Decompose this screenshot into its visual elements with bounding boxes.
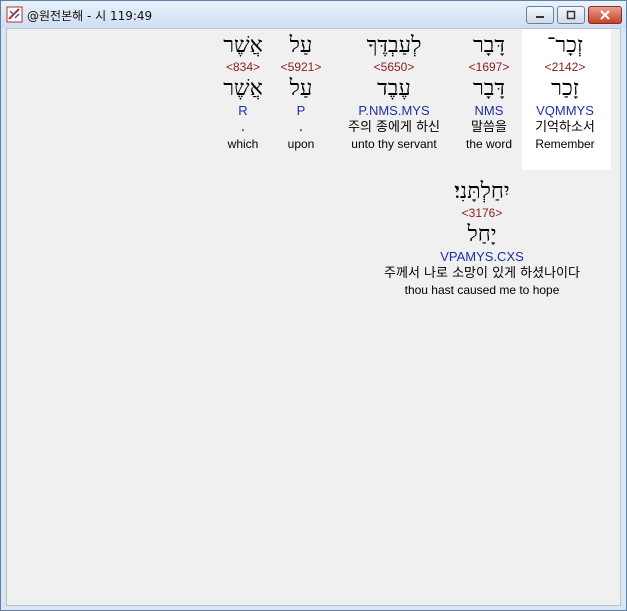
minimize-button[interactable] [526,6,554,24]
hebrew-word: זְכָר־ [546,33,584,58]
lemma: אֲשֶׁר [223,76,263,101]
lemma: עֶבֶד [377,76,411,101]
english-gloss: thou hast caused me to hope [404,283,560,297]
lemma: יָחַל [467,222,497,247]
english-gloss: Remember [535,137,595,151]
hebrew-word: לְעַבְדֶּךָ [366,33,422,58]
hebrew-word: עַל [289,33,313,58]
maximize-button[interactable] [557,6,585,24]
app-icon[interactable] [6,6,23,23]
word-column[interactable]: יִחַלְתָּנִי׃ <3176> יָחַל VPAMYS.CXS 주께… [337,179,627,298]
close-icon [600,10,610,20]
english-gloss: the word [465,137,513,151]
title-bar[interactable]: @원전본해 - 시 119:49 [1,1,626,28]
hebrew-word: יִחַלְתָּנִי׃ [454,179,510,204]
strong-number[interactable]: <834> [213,59,273,75]
korean-gloss: 말씀을 [471,120,507,135]
korean-gloss: 주께서 나로 소망이 있게 하셨나이다 [384,266,580,281]
interlinear-panel: זְכָר־ <2142> זָכַר VQMMYS 기억하소서 Remembe… [6,28,621,606]
strong-number[interactable]: <5650> [329,59,459,75]
strong-number[interactable]: <2142> [515,59,615,75]
minimize-icon [536,16,544,18]
english-gloss: unto thy servant [351,137,437,151]
english-gloss: upon [287,137,315,151]
lemma: עַל [289,76,313,101]
strong-number[interactable]: <1697> [449,59,529,75]
morphology-code: P [296,103,306,118]
strong-number[interactable]: <5921> [271,59,331,75]
word-column[interactable]: דָּבָר <1697> דָּבָר NMS 말씀을 the word [449,33,529,152]
window-title: @원전본해 - 시 119:49 [27,9,153,23]
morphology-code: R [238,103,248,118]
word-column[interactable]: זְכָר־ <2142> זָכַר VQMMYS 기억하소서 Remembe… [515,33,615,152]
hebrew-word: אֲשֶׁר [223,33,263,58]
maximize-icon [566,10,576,20]
word-column[interactable]: לְעַבְדֶּךָ <5650> עֶבֶד P.NMS.MYS 주의 종에… [329,33,459,152]
app-window: @원전본해 - 시 119:49 זְכָר־ <2142> זָכַר VQM… [0,0,627,611]
lemma: זָכַר [551,76,579,101]
korean-gloss: 기억하소서 [535,120,595,135]
english-gloss: which [227,137,259,151]
lemma: דָּבָר [473,76,505,101]
hebrew-word: דָּבָר [473,33,505,58]
morphology-code: P.NMS.MYS [358,103,430,118]
morphology-code: VPAMYS.CXS [440,249,524,264]
word-column[interactable]: עַל <5921> עַל P . upon [271,33,331,152]
korean-gloss: 주의 종에게 하신 [348,120,440,135]
korean-gloss: . [240,120,246,135]
strong-number[interactable]: <3176> [337,205,627,221]
korean-gloss: . [298,120,304,135]
morphology-code: VQMMYS [536,103,594,118]
close-button[interactable] [588,6,622,24]
word-column[interactable]: אֲשֶׁר <834> אֲשֶׁר R . which [213,33,273,152]
morphology-code: NMS [474,103,504,118]
